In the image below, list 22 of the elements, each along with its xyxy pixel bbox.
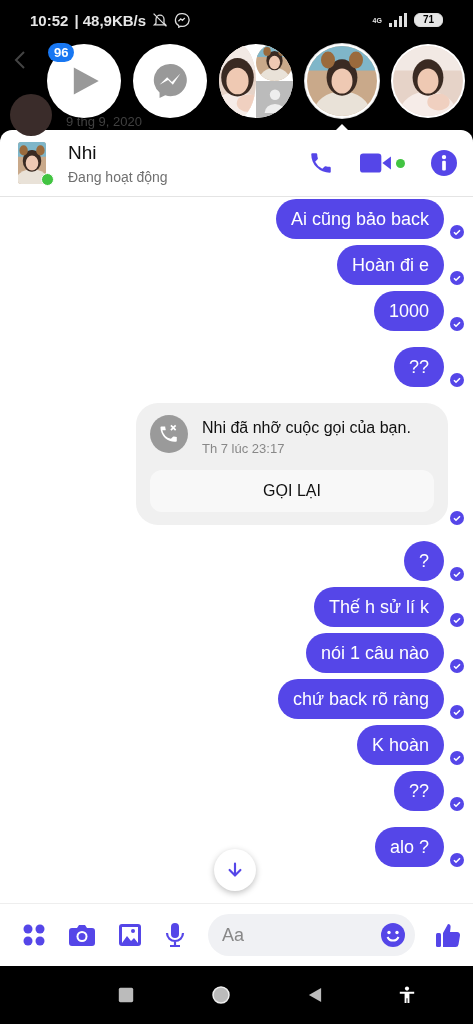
message-bubble: K hoàn: [356, 725, 444, 765]
battery-level: 71: [413, 13, 443, 27]
contact-name: Nhi: [68, 141, 98, 164]
message-bubble: chứ back rõ ràng: [277, 679, 444, 719]
unread-count: 96: [48, 43, 75, 62]
message-bubble: nói 1 câu nào: [305, 633, 444, 673]
message-bubble: 1000: [373, 291, 444, 331]
message-bubble: ??: [393, 771, 444, 811]
call-time: Th 7 lúc 23:17: [202, 441, 286, 456]
clock-time: 10:52: [30, 11, 69, 29]
message-bubble: alo ?: [374, 827, 444, 867]
activity-status: Đang hoạt động: [68, 168, 169, 185]
call-back-button[interactable]: GỌI LẠI: [150, 470, 434, 512]
message-field[interactable]: Aa: [208, 914, 415, 956]
message-bubble: Hoàn đi e: [336, 245, 444, 285]
network-speed: | 48,9KB/s: [74, 11, 147, 29]
call-title: Nhi đã nhỡ cuộc gọi của bạn.: [202, 419, 411, 437]
message-bubble: ??: [393, 347, 444, 387]
message-bubble: Ai cũng bảo back: [275, 199, 444, 239]
chat-head[interactable]: 96: [47, 44, 121, 118]
message-bubble: ?: [404, 541, 444, 581]
message-bubble: Thế h sử lí k: [313, 587, 444, 627]
